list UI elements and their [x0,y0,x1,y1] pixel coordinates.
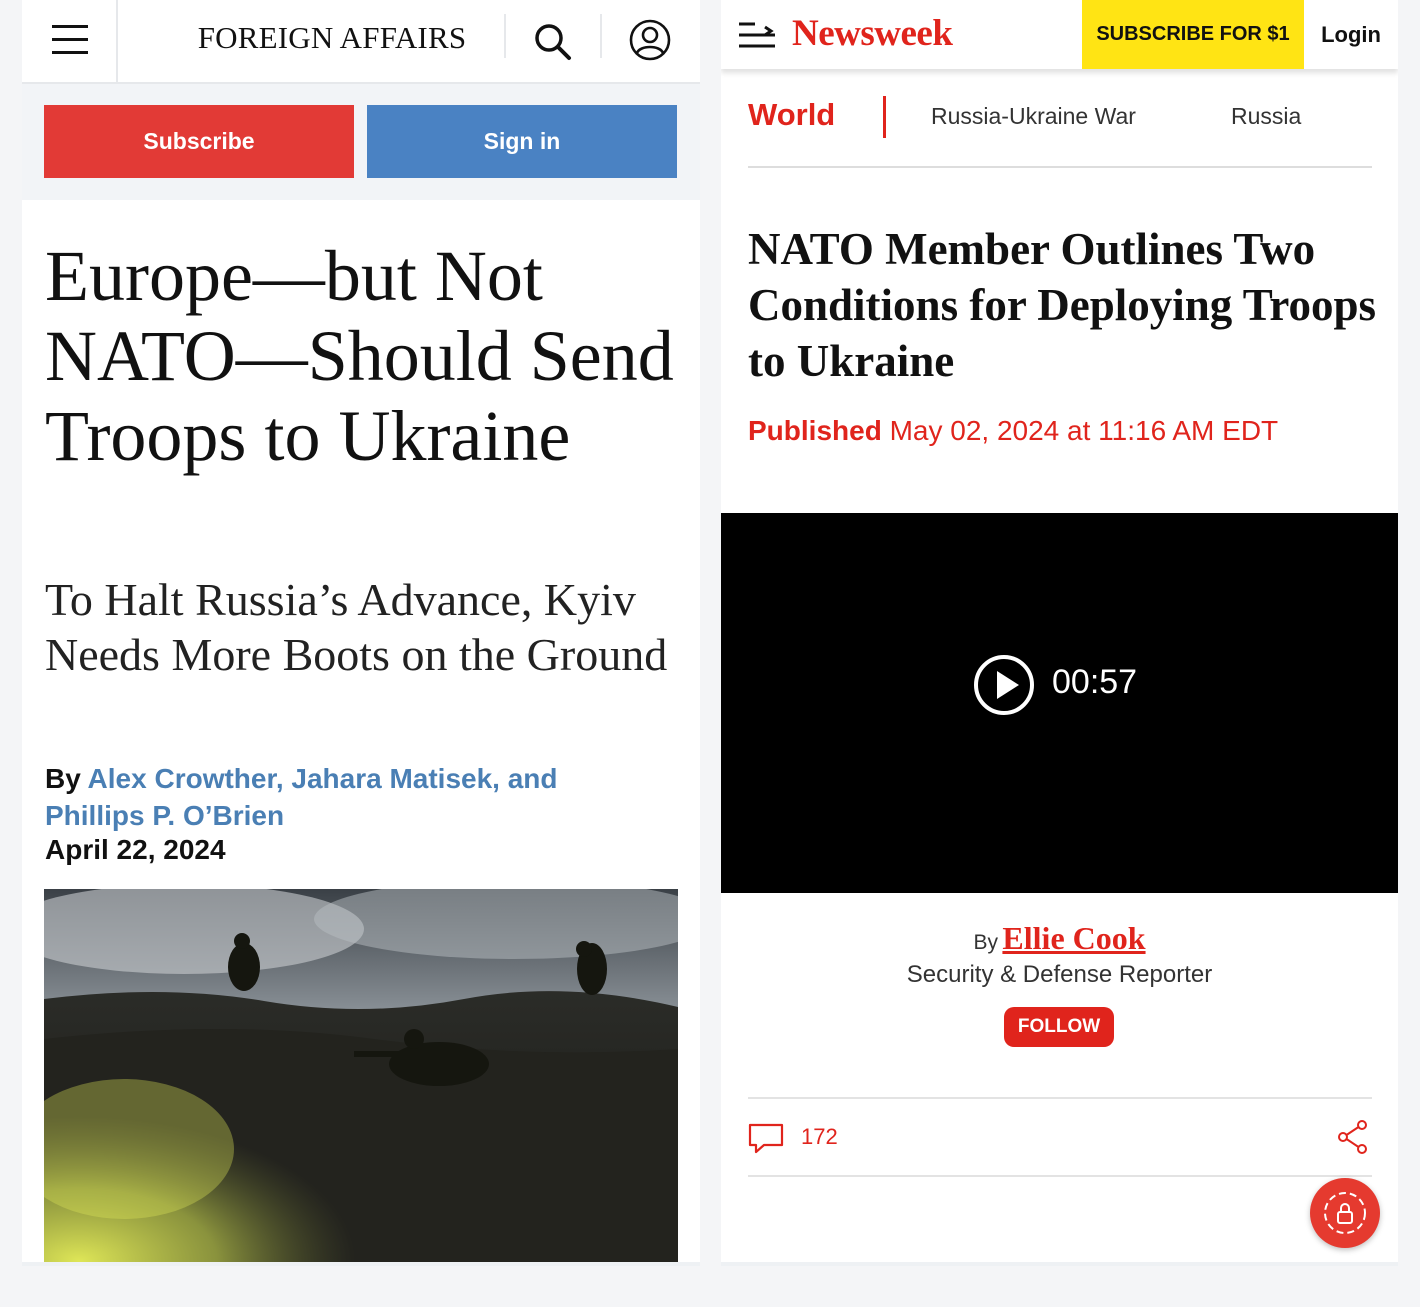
share-icon[interactable] [1337,1119,1369,1155]
subscribe-button[interactable]: SUBSCRIBE FOR $1 [1082,0,1304,69]
fa-header: FOREIGN AFFAIRS [22,0,700,84]
divider [748,1097,1372,1099]
subscribe-button[interactable]: Subscribe [44,105,354,178]
published-date: May 02, 2024 at 11:16 AM EDT [889,415,1279,446]
author-role: Security & Defense Reporter [906,961,1213,988]
comment-count[interactable]: 172 [801,1124,838,1150]
video-duration: 00:57 [1052,663,1138,701]
divider [748,1175,1372,1177]
article-hero-image [22,879,700,1266]
author-name-link[interactable]: Ellie Cook [1002,920,1145,956]
fa-action-bar: Subscribe Sign in [22,84,700,200]
published-timestamp: Published May 02, 2024 at 11:16 AM EDT [748,415,1278,447]
header-divider [600,14,602,58]
article-title: NATO Member Outlines Two Conditions for … [748,224,1377,386]
nav-item-russia-ukraine-war[interactable]: Russia-Ukraine War [931,103,1136,130]
search-icon[interactable] [526,18,576,64]
article-title: Europe—but Not NATO—Should Send Troops t… [45,236,674,476]
play-icon[interactable] [973,654,1035,716]
article-date: April 22, 2024 [45,834,226,865]
follow-button[interactable]: FOLLOW [1004,1007,1114,1047]
hamburger-menu-icon[interactable] [22,0,118,82]
lock-icon[interactable] [1310,1178,1380,1248]
nav-divider [883,96,886,138]
login-button[interactable]: Login [1304,0,1398,69]
account-icon[interactable] [626,16,674,64]
nw-logo[interactable]: Newsweek [792,12,953,55]
nw-header: Newsweek SUBSCRIBE FOR $1 Login [721,0,1398,69]
author-link[interactable]: Phillips P. O’Brien [45,800,284,831]
article-byline: By Alex Crowther, Jahara Matisek, and Ph… [45,760,645,834]
author-links[interactable]: Alex Crowther, Jahara Matisek, and [88,763,558,794]
article-subtitle: To Halt Russia’s Advance, Kyiv Needs Mor… [45,574,668,680]
published-label: Published [748,415,882,446]
video-player[interactable]: 00:57 [721,513,1398,893]
fa-logo[interactable]: FOREIGN AFFAIRS [152,20,512,56]
header-divider [504,14,506,58]
nav-item-russia[interactable]: Russia [1231,103,1301,130]
author-prefix: By [973,931,998,954]
fa-bottom-bar [22,1262,700,1266]
foreign-affairs-page: FOREIGN AFFAIRS Subscribe Sign in Europe… [22,0,700,1266]
sign-in-button[interactable]: Sign in [367,105,677,178]
newsweek-page: Newsweek SUBSCRIBE FOR $1 Login World Ru… [721,0,1398,1266]
menu-icon[interactable] [737,21,777,49]
comment-icon[interactable] [748,1122,784,1154]
byline-prefix: By [45,763,88,794]
author-block: By Ellie Cook [721,920,1398,957]
section-nav: World Russia-Ukraine War Russia [748,88,1372,168]
nav-item-world[interactable]: World [748,97,835,133]
nw-bottom-bar [721,1262,1398,1266]
